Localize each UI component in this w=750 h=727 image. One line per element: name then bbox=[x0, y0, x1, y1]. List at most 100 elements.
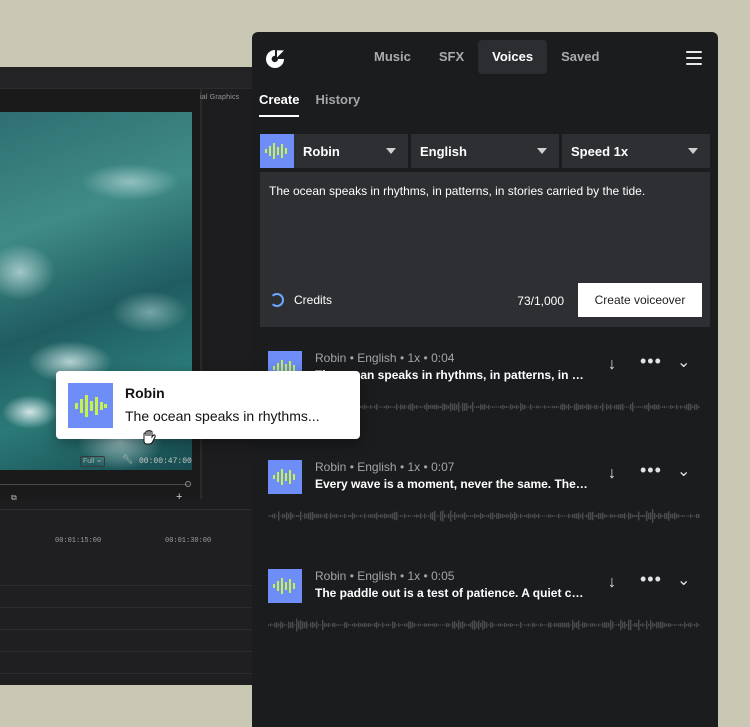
waveform-bar bbox=[556, 623, 558, 627]
scrub-handle[interactable] bbox=[185, 481, 191, 487]
waveform-bar bbox=[542, 515, 544, 517]
tab-sfx[interactable]: SFX bbox=[425, 40, 478, 74]
timeline-track[interactable] bbox=[0, 607, 252, 608]
timeline-track[interactable] bbox=[0, 585, 252, 586]
waveform-bar bbox=[380, 406, 382, 408]
waveform-bar bbox=[448, 513, 450, 519]
speed-select[interactable]: Speed 1x bbox=[562, 134, 710, 168]
waveform-bar bbox=[560, 515, 562, 517]
waveform-bar bbox=[326, 623, 328, 627]
logo-icon[interactable] bbox=[264, 48, 286, 70]
playhead-scrub-bar[interactable] bbox=[0, 484, 188, 485]
tab-music[interactable]: Music bbox=[360, 40, 425, 74]
chevron-down-icon[interactable]: ⌄ bbox=[677, 355, 690, 371]
timeline-track[interactable] bbox=[0, 673, 252, 674]
waveform-bar bbox=[682, 514, 684, 518]
waveform-bar bbox=[388, 405, 390, 409]
tab-voices[interactable]: Voices bbox=[478, 40, 548, 74]
download-icon[interactable]: ↓ bbox=[608, 357, 616, 373]
waveform-bar bbox=[378, 623, 380, 627]
waveform-bar bbox=[386, 623, 388, 627]
item-meta: Robin • English • 1x • 0:07 bbox=[315, 460, 454, 474]
waveform-bar bbox=[462, 513, 464, 519]
waveform-bar bbox=[366, 405, 368, 409]
more-icon[interactable]: ••• bbox=[640, 461, 662, 479]
export-frame-icon[interactable]: ⧉ bbox=[11, 493, 17, 503]
timeline-track[interactable] bbox=[0, 629, 252, 630]
waveform-bar bbox=[362, 623, 364, 627]
waveform-bar bbox=[270, 515, 272, 517]
waveform-bar bbox=[476, 406, 478, 408]
waveform-bar bbox=[390, 624, 392, 626]
voice-select[interactable]: Robin bbox=[260, 134, 408, 168]
credits-indicator[interactable]: Credits bbox=[270, 293, 332, 307]
waveform-bar bbox=[594, 405, 596, 409]
editor-title-bar bbox=[0, 67, 252, 89]
waveform-bar bbox=[360, 623, 362, 627]
waveform-bar bbox=[650, 405, 652, 409]
waveform-bar bbox=[430, 624, 432, 626]
chevron-down-icon[interactable]: ⌄ bbox=[677, 464, 690, 480]
waveform-bar bbox=[648, 402, 650, 412]
subtab-history[interactable]: History bbox=[315, 92, 360, 117]
waveform-bar bbox=[524, 624, 526, 626]
waveform-bar bbox=[504, 405, 506, 409]
waveform-bar bbox=[368, 514, 370, 518]
waveform-bar bbox=[454, 621, 456, 629]
waveform-bar bbox=[408, 514, 410, 518]
waveform-bar bbox=[528, 513, 530, 519]
waveform-bar bbox=[604, 622, 606, 628]
more-icon[interactable]: ••• bbox=[640, 570, 662, 588]
waveform-bar bbox=[608, 622, 610, 628]
credits-label: Credits bbox=[294, 293, 333, 307]
create-voiceover-button[interactable]: Create voiceover bbox=[578, 283, 702, 317]
waveform-bar bbox=[378, 514, 380, 518]
timeline-track[interactable] bbox=[0, 651, 252, 652]
waveform-bar bbox=[586, 404, 588, 410]
waveform-bar bbox=[674, 512, 676, 520]
waveform-bar bbox=[276, 515, 278, 517]
wrench-icon[interactable]: 🔧︎ bbox=[122, 454, 133, 465]
waveform-bar bbox=[526, 514, 528, 518]
list-item[interactable]: Robin • English • 1x • 0:07 Every wave i… bbox=[252, 460, 718, 569]
waveform-bar bbox=[340, 514, 342, 518]
item-duration: 0:07 bbox=[431, 460, 455, 474]
waveform-bar bbox=[572, 620, 574, 630]
script-textarea[interactable]: The ocean speaks in rhythms, in patterns… bbox=[269, 183, 699, 199]
separator: • bbox=[423, 351, 428, 365]
waveform-bar bbox=[550, 514, 552, 518]
waveform-bar bbox=[418, 623, 420, 627]
waveform-bar bbox=[360, 514, 362, 518]
waveform-bar bbox=[600, 513, 602, 519]
language-select[interactable]: English bbox=[411, 134, 559, 168]
waveform-bar bbox=[584, 405, 586, 409]
chevron-down-icon[interactable]: ⌄ bbox=[677, 573, 690, 589]
waveform-bar bbox=[606, 622, 608, 628]
waveform-bar bbox=[358, 515, 360, 517]
audio-waveform[interactable] bbox=[268, 609, 700, 641]
waveform-bar bbox=[410, 403, 412, 411]
waveform-bar bbox=[526, 624, 528, 626]
subtab-create[interactable]: Create bbox=[259, 92, 300, 117]
waveform-bar bbox=[412, 403, 414, 411]
tab-saved[interactable]: Saved bbox=[547, 40, 613, 74]
zoom-select[interactable]: Full bbox=[80, 455, 106, 467]
waveform-bar bbox=[566, 622, 568, 628]
waveform-bar bbox=[480, 512, 482, 520]
add-button-icon[interactable]: + bbox=[176, 491, 182, 503]
waveform-bar bbox=[478, 405, 480, 409]
download-icon[interactable]: ↓ bbox=[608, 575, 616, 591]
item-language: English bbox=[357, 569, 397, 583]
dragged-voiceover-card[interactable]: Robin The ocean speaks in rhythms... bbox=[56, 371, 360, 439]
waveform-bar bbox=[516, 513, 518, 519]
audio-waveform[interactable] bbox=[268, 500, 700, 532]
waveform-bar bbox=[624, 406, 626, 408]
menu-icon[interactable] bbox=[686, 51, 702, 65]
more-icon[interactable]: ••• bbox=[640, 352, 662, 370]
list-item[interactable]: Robin • English • 1x • 0:05 The paddle o… bbox=[252, 569, 718, 678]
waveform-bar bbox=[456, 623, 458, 627]
waveform-bar bbox=[690, 513, 692, 519]
item-speed: 1x bbox=[407, 351, 421, 365]
download-icon[interactable]: ↓ bbox=[608, 466, 616, 482]
item-snippet: Every wave is a moment, never the same. … bbox=[315, 477, 588, 491]
